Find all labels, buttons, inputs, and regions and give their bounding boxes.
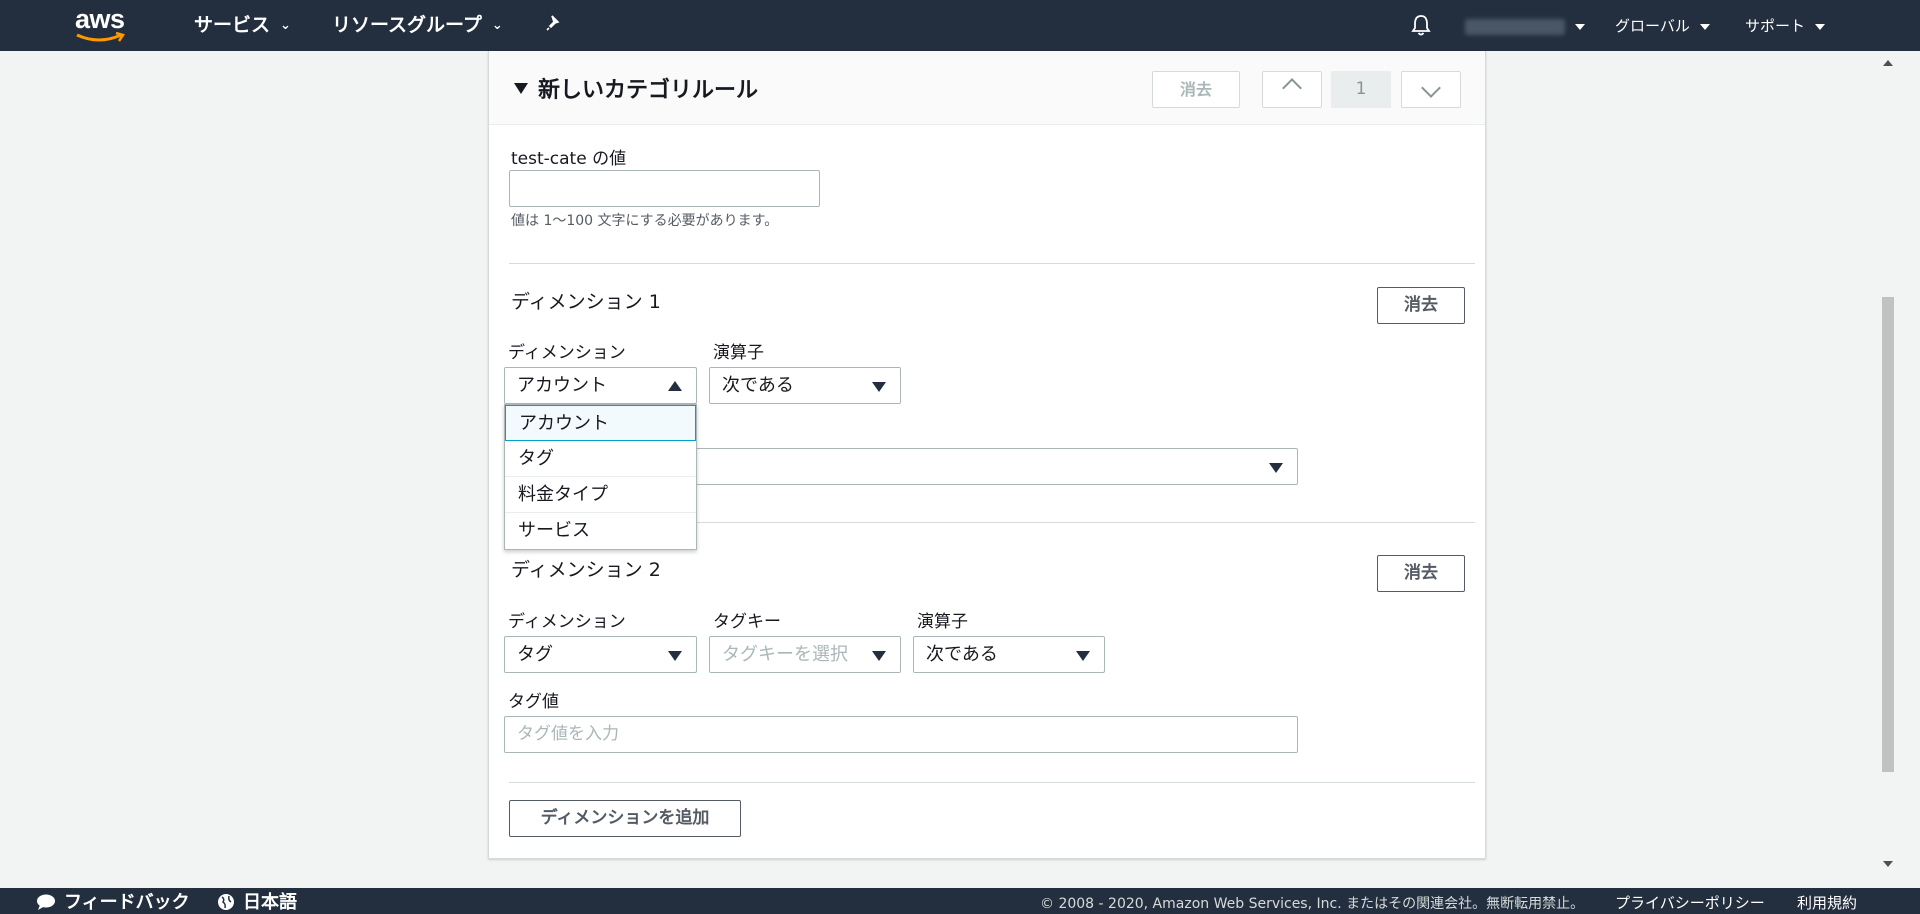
collapse-triangle-icon [514, 83, 528, 94]
chevron-up-icon [1282, 78, 1302, 98]
privacy-policy-link[interactable]: プライバシーポリシー [1615, 895, 1765, 911]
dimension2-dimension-label: ディメンション [508, 612, 626, 632]
caret-down-icon [1269, 463, 1283, 473]
resource-groups-label: リソースグループ [332, 14, 482, 36]
caret-down-icon [1699, 23, 1710, 30]
dimension1-delete-button[interactable]: 消去 [1377, 287, 1465, 324]
dimension1-dimension-value: アカウント [517, 375, 607, 396]
dimension2-title: ディメンション 2 [511, 559, 661, 581]
pin-icon[interactable] [545, 13, 563, 39]
aws-logo-text: aws [75, 4, 125, 34]
dimension2-operator-label: 演算子 [917, 612, 968, 632]
dimension2-dimension-select[interactable]: タグ [504, 636, 697, 673]
add-dimension-button[interactable]: ディメンションを追加 [509, 800, 741, 837]
scroll-down-icon[interactable] [1883, 861, 1893, 867]
dimension2-tagkey-placeholder: タグキーを選択 [722, 644, 848, 665]
caret-down-icon [1575, 23, 1585, 30]
dimension2-operator-select[interactable]: 次である [913, 636, 1105, 673]
services-menu[interactable]: サービス ⌄ [194, 12, 291, 38]
rule-title[interactable]: 新しいカテゴリルール [514, 72, 758, 104]
resource-groups-menu[interactable]: リソースグループ ⌄ [332, 12, 503, 38]
region-label: グローバル [1615, 17, 1690, 35]
category-rule-panel: 新しいカテゴリルール 消去 1 test-cate の値 値は 1〜100 文字… [488, 51, 1486, 859]
account-name [1465, 18, 1565, 35]
dimension1-operator-value: 次である [722, 375, 794, 396]
dimension1-operator-select[interactable]: 次である [709, 367, 901, 404]
dimension1-dropdown-list: アカウント タグ 料金タイプ サービス [504, 404, 697, 550]
copyright-text: © 2008 - 2020, Amazon Web Services, Inc.… [1040, 896, 1585, 912]
dropdown-option-tag[interactable]: タグ [505, 441, 696, 477]
scroll-thumb[interactable] [1882, 297, 1894, 772]
terms-link[interactable]: 利用規約 [1797, 895, 1857, 911]
support-label: サポート [1745, 17, 1806, 35]
caret-up-icon [668, 381, 682, 391]
caret-down-icon [1815, 23, 1826, 30]
dimension1-dimension-label: ディメンション [508, 343, 626, 363]
panel-header: 新しいカテゴリルール 消去 1 [489, 51, 1485, 125]
divider [509, 782, 1475, 783]
scroll-up-icon[interactable] [1883, 60, 1893, 66]
rule-title-text: 新しいカテゴリルール [538, 78, 759, 103]
dimension1-title: ディメンション 1 [511, 291, 661, 313]
category-value-input[interactable] [509, 170, 820, 207]
caret-down-icon [1076, 651, 1090, 661]
dimension2-delete-button[interactable]: 消去 [1377, 555, 1465, 592]
divider [509, 263, 1475, 264]
rule-delete-button[interactable]: 消去 [1152, 71, 1240, 108]
chevron-down-icon [1421, 78, 1441, 98]
top-nav: aws サービス ⌄ リソースグループ ⌄ グローバル サポート [0, 0, 1920, 51]
dimension2-tagkey-select[interactable]: タグキーを選択 [709, 636, 901, 673]
support-menu[interactable]: サポート [1745, 15, 1826, 37]
bell-icon[interactable] [1410, 13, 1432, 36]
dropdown-option-account[interactable]: アカウント [505, 405, 696, 441]
chevron-down-icon: ⌄ [280, 17, 291, 33]
dimension2-operator-value: 次である [926, 644, 998, 665]
page-scrollbar[interactable] [1878, 51, 1898, 867]
feedback-link[interactable]: フィードバック [36, 893, 190, 913]
feedback-label: フィードバック [64, 892, 190, 913]
value-field-label: test-cate の値 [511, 149, 627, 169]
footer: フィードバック 日本語 © 2008 - 2020, Amazon Web Se… [0, 888, 1920, 914]
caret-down-icon [872, 651, 886, 661]
services-label: サービス [194, 14, 271, 36]
value-field-hint: 値は 1〜100 文字にする必要があります。 [511, 213, 779, 229]
caret-down-icon [668, 651, 682, 661]
aws-logo[interactable]: aws [75, 4, 131, 44]
move-up-button[interactable] [1262, 71, 1322, 108]
dimension2-tagvalue-input[interactable]: タグ値を入力 [504, 716, 1298, 753]
move-down-button[interactable] [1401, 71, 1461, 108]
aws-smile-icon [76, 32, 125, 42]
rule-page-number: 1 [1331, 71, 1391, 108]
dimension1-dimension-select[interactable]: アカウント [504, 367, 697, 404]
dimension2-tagvalue-label: タグ値 [508, 692, 559, 712]
speech-bubble-icon [37, 894, 55, 910]
dimension1-operator-label: 演算子 [713, 343, 764, 363]
account-menu[interactable] [1465, 15, 1585, 37]
globe-icon [218, 894, 234, 910]
dimension2-dimension-value: タグ [517, 644, 553, 665]
caret-down-icon [872, 382, 886, 392]
chevron-down-icon: ⌄ [491, 17, 503, 33]
region-menu[interactable]: グローバル [1615, 15, 1710, 37]
dropdown-option-charge-type[interactable]: 料金タイプ [505, 477, 696, 513]
dropdown-option-service[interactable]: サービス [505, 513, 696, 549]
dimension2-tagkey-label: タグキー [713, 612, 781, 632]
language-link[interactable]: 日本語 [217, 893, 297, 913]
language-label: 日本語 [243, 892, 297, 913]
